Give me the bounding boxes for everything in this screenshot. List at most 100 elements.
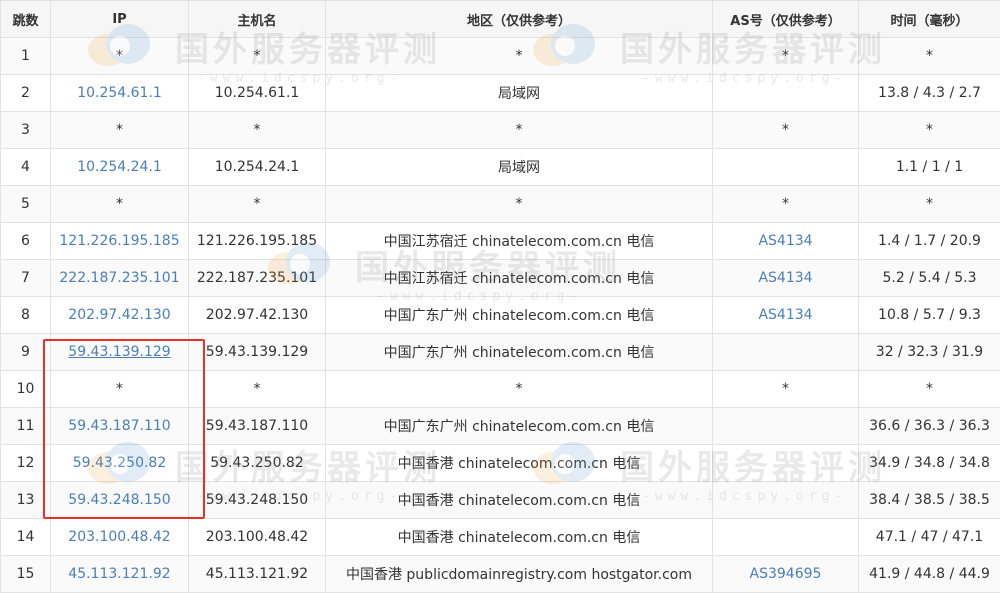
cell-hop: 10 bbox=[1, 371, 51, 408]
cell-region: 中国香港 chinatelecom.com.cn 电信 bbox=[326, 519, 713, 556]
cell-ip: 59.43.187.110 bbox=[51, 408, 189, 445]
cell-hop-text: 14 bbox=[17, 529, 35, 545]
cell-ip: * bbox=[51, 112, 189, 149]
cell-hostname: 222.187.235.101 bbox=[189, 260, 326, 297]
cell-region: 中国江苏宿迁 chinatelecom.com.cn 电信 bbox=[326, 223, 713, 260]
cell-region-text: 中国广东广州 chinatelecom.com.cn 电信 bbox=[384, 419, 655, 435]
column-header-time: 时间（毫秒） bbox=[859, 1, 1000, 38]
cell-region: 中国香港 publicdomainregistry.com hostgator.… bbox=[326, 556, 713, 593]
table-row: 7222.187.235.101222.187.235.101中国江苏宿迁 ch… bbox=[1, 260, 1000, 297]
cell-time: 10.8 / 5.7 / 9.3 bbox=[859, 297, 1000, 334]
cell-hostname-text: * bbox=[254, 196, 261, 212]
cell-ip: * bbox=[51, 38, 189, 75]
column-header-hop: 跳数 bbox=[1, 1, 51, 38]
cell-region: * bbox=[326, 112, 713, 149]
cell-as: * bbox=[713, 186, 859, 223]
cell-region-text: 中国江苏宿迁 chinatelecom.com.cn 电信 bbox=[384, 234, 655, 250]
cell-hostname: * bbox=[189, 371, 326, 408]
cell-ip: 59.43.248.150 bbox=[51, 482, 189, 519]
table-row: 410.254.24.110.254.24.1局域网1.1 / 1 / 1 bbox=[1, 149, 1000, 186]
cell-hostname: 59.43.187.110 bbox=[189, 408, 326, 445]
table-body: 1*****210.254.61.110.254.61.1局域网13.8 / 4… bbox=[1, 38, 1000, 593]
cell-ip-link[interactable]: 121.226.195.185 bbox=[59, 233, 179, 249]
cell-ip-text: * bbox=[116, 48, 123, 64]
column-header-hostname: 主机名 bbox=[189, 1, 326, 38]
cell-time: 36.6 / 36.3 / 36.3 bbox=[859, 408, 1000, 445]
cell-region: 中国香港 chinatelecom.com.cn 电信 bbox=[326, 482, 713, 519]
cell-time: * bbox=[859, 371, 1000, 408]
cell-as: AS4134 bbox=[713, 223, 859, 260]
cell-ip: 10.254.24.1 bbox=[51, 149, 189, 186]
cell-ip-link[interactable]: 59.43.187.110 bbox=[68, 418, 170, 434]
cell-hostname: * bbox=[189, 112, 326, 149]
cell-time: 34.9 / 34.8 / 34.8 bbox=[859, 445, 1000, 482]
cell-time: * bbox=[859, 112, 1000, 149]
cell-hostname: 45.113.121.92 bbox=[189, 556, 326, 593]
cell-region-text: * bbox=[516, 196, 523, 212]
table-header-row: 跳数 IP 主机名 地区（仅供参考） AS号（仅供参考） 时间（毫秒） bbox=[1, 1, 1000, 38]
cell-hop-text: 11 bbox=[17, 418, 35, 434]
cell-hop: 15 bbox=[1, 556, 51, 593]
cell-ip: 203.100.48.42 bbox=[51, 519, 189, 556]
cell-hostname-text: 59.43.250.82 bbox=[210, 455, 304, 471]
cell-region-text: 中国香港 publicdomainregistry.com hostgator.… bbox=[346, 567, 692, 583]
cell-as bbox=[713, 482, 859, 519]
cell-ip: * bbox=[51, 371, 189, 408]
cell-as: * bbox=[713, 112, 859, 149]
cell-ip-link[interactable]: 45.113.121.92 bbox=[68, 566, 170, 582]
cell-time: 32 / 32.3 / 31.9 bbox=[859, 334, 1000, 371]
cell-region-text: 中国香港 chinatelecom.com.cn 电信 bbox=[398, 456, 641, 472]
cell-ip-link[interactable]: 59.43.248.150 bbox=[68, 492, 170, 508]
cell-ip: 59.43.139.129 bbox=[51, 334, 189, 371]
cell-time-text: 32 / 32.3 / 31.9 bbox=[876, 344, 983, 360]
cell-hop: 1 bbox=[1, 38, 51, 75]
cell-hostname-text: 45.113.121.92 bbox=[206, 566, 308, 582]
cell-hop-text: 4 bbox=[21, 159, 30, 175]
cell-hop: 5 bbox=[1, 186, 51, 223]
cell-as: AS394695 bbox=[713, 556, 859, 593]
table-row: 8202.97.42.130202.97.42.130中国广东广州 chinat… bbox=[1, 297, 1000, 334]
cell-time: 38.4 / 38.5 / 38.5 bbox=[859, 482, 1000, 519]
cell-time: * bbox=[859, 186, 1000, 223]
cell-region-text: * bbox=[516, 48, 523, 64]
cell-ip-text: * bbox=[116, 122, 123, 138]
cell-ip-link[interactable]: 10.254.24.1 bbox=[77, 159, 162, 175]
cell-as bbox=[713, 519, 859, 556]
cell-ip-link[interactable]: 203.100.48.42 bbox=[68, 529, 170, 545]
cell-time-text: 34.9 / 34.8 / 34.8 bbox=[869, 455, 990, 471]
cell-as: * bbox=[713, 38, 859, 75]
cell-hop: 13 bbox=[1, 482, 51, 519]
cell-time-text: 1.4 / 1.7 / 20.9 bbox=[878, 233, 981, 249]
cell-ip-text: * bbox=[116, 196, 123, 212]
cell-as-link[interactable]: AS394695 bbox=[750, 566, 822, 582]
cell-as-link[interactable]: AS4134 bbox=[758, 307, 812, 323]
cell-hostname: * bbox=[189, 186, 326, 223]
cell-ip-link[interactable]: 10.254.61.1 bbox=[77, 85, 162, 101]
traceroute-table: 跳数 IP 主机名 地区（仅供参考） AS号（仅供参考） 时间（毫秒） 1***… bbox=[0, 0, 1000, 593]
cell-as-text: * bbox=[782, 381, 789, 397]
cell-hostname: 59.43.250.82 bbox=[189, 445, 326, 482]
cell-time: 47.1 / 47 / 47.1 bbox=[859, 519, 1000, 556]
table-row: 5***** bbox=[1, 186, 1000, 223]
cell-hostname: 10.254.24.1 bbox=[189, 149, 326, 186]
cell-time-text: 13.8 / 4.3 / 2.7 bbox=[878, 85, 981, 101]
cell-ip-link[interactable]: 59.43.139.129 bbox=[68, 344, 170, 360]
cell-as-link[interactable]: AS4134 bbox=[758, 270, 812, 286]
cell-region-text: 中国广东广州 chinatelecom.com.cn 电信 bbox=[384, 345, 655, 361]
cell-time-text: * bbox=[926, 48, 933, 64]
cell-region: 中国广东广州 chinatelecom.com.cn 电信 bbox=[326, 408, 713, 445]
cell-hop-text: 5 bbox=[21, 196, 30, 212]
cell-region-text: * bbox=[516, 381, 523, 397]
cell-ip-link[interactable]: 202.97.42.130 bbox=[68, 307, 170, 323]
cell-as: * bbox=[713, 371, 859, 408]
cell-as-link[interactable]: AS4134 bbox=[758, 233, 812, 249]
cell-hostname: 59.43.248.150 bbox=[189, 482, 326, 519]
cell-ip-link[interactable]: 59.43.250.82 bbox=[73, 455, 167, 471]
cell-hop: 6 bbox=[1, 223, 51, 260]
cell-ip-text: * bbox=[116, 381, 123, 397]
cell-hop: 14 bbox=[1, 519, 51, 556]
cell-ip: 59.43.250.82 bbox=[51, 445, 189, 482]
cell-hostname-text: 121.226.195.185 bbox=[197, 233, 317, 249]
cell-ip-link[interactable]: 222.187.235.101 bbox=[59, 270, 179, 286]
cell-as: AS4134 bbox=[713, 260, 859, 297]
